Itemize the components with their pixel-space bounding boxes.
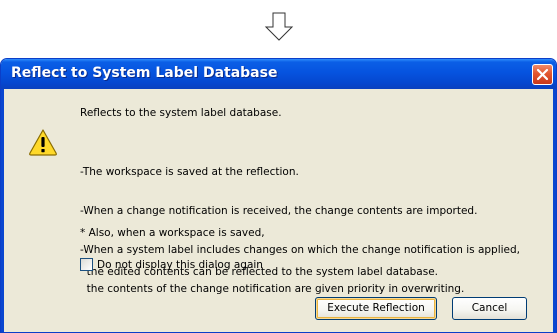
execute-reflection-button[interactable]: Execute Reflection bbox=[315, 297, 437, 320]
dont-display-checkbox-row[interactable]: Do not display this dialog again bbox=[80, 258, 263, 271]
frame-right-border bbox=[553, 89, 556, 332]
dont-display-checkbox-label[interactable]: Do not display this dialog again bbox=[97, 259, 263, 271]
close-icon bbox=[536, 68, 549, 81]
message-header: Reflects to the system label database. bbox=[80, 107, 282, 119]
dialog-titlebar[interactable]: Reflect to System Label Database bbox=[1, 59, 556, 89]
close-button[interactable] bbox=[532, 64, 553, 85]
dialog-title: Reflect to System Label Database bbox=[11, 65, 278, 81]
also-note-line: * Also, when a workspace is saved, bbox=[80, 227, 265, 239]
also-note-block: * Also, when a workspace is saved, the e… bbox=[80, 201, 438, 305]
frame-left-border bbox=[1, 89, 4, 332]
dont-display-checkbox[interactable] bbox=[80, 258, 93, 271]
down-arrow-icon bbox=[264, 12, 294, 42]
note-line: -The workspace is saved at the reflectio… bbox=[80, 166, 299, 178]
reflect-dialog: Reflect to System Label Database Reflect… bbox=[0, 58, 557, 333]
cancel-button[interactable]: Cancel bbox=[452, 297, 527, 320]
warning-icon bbox=[28, 128, 58, 156]
